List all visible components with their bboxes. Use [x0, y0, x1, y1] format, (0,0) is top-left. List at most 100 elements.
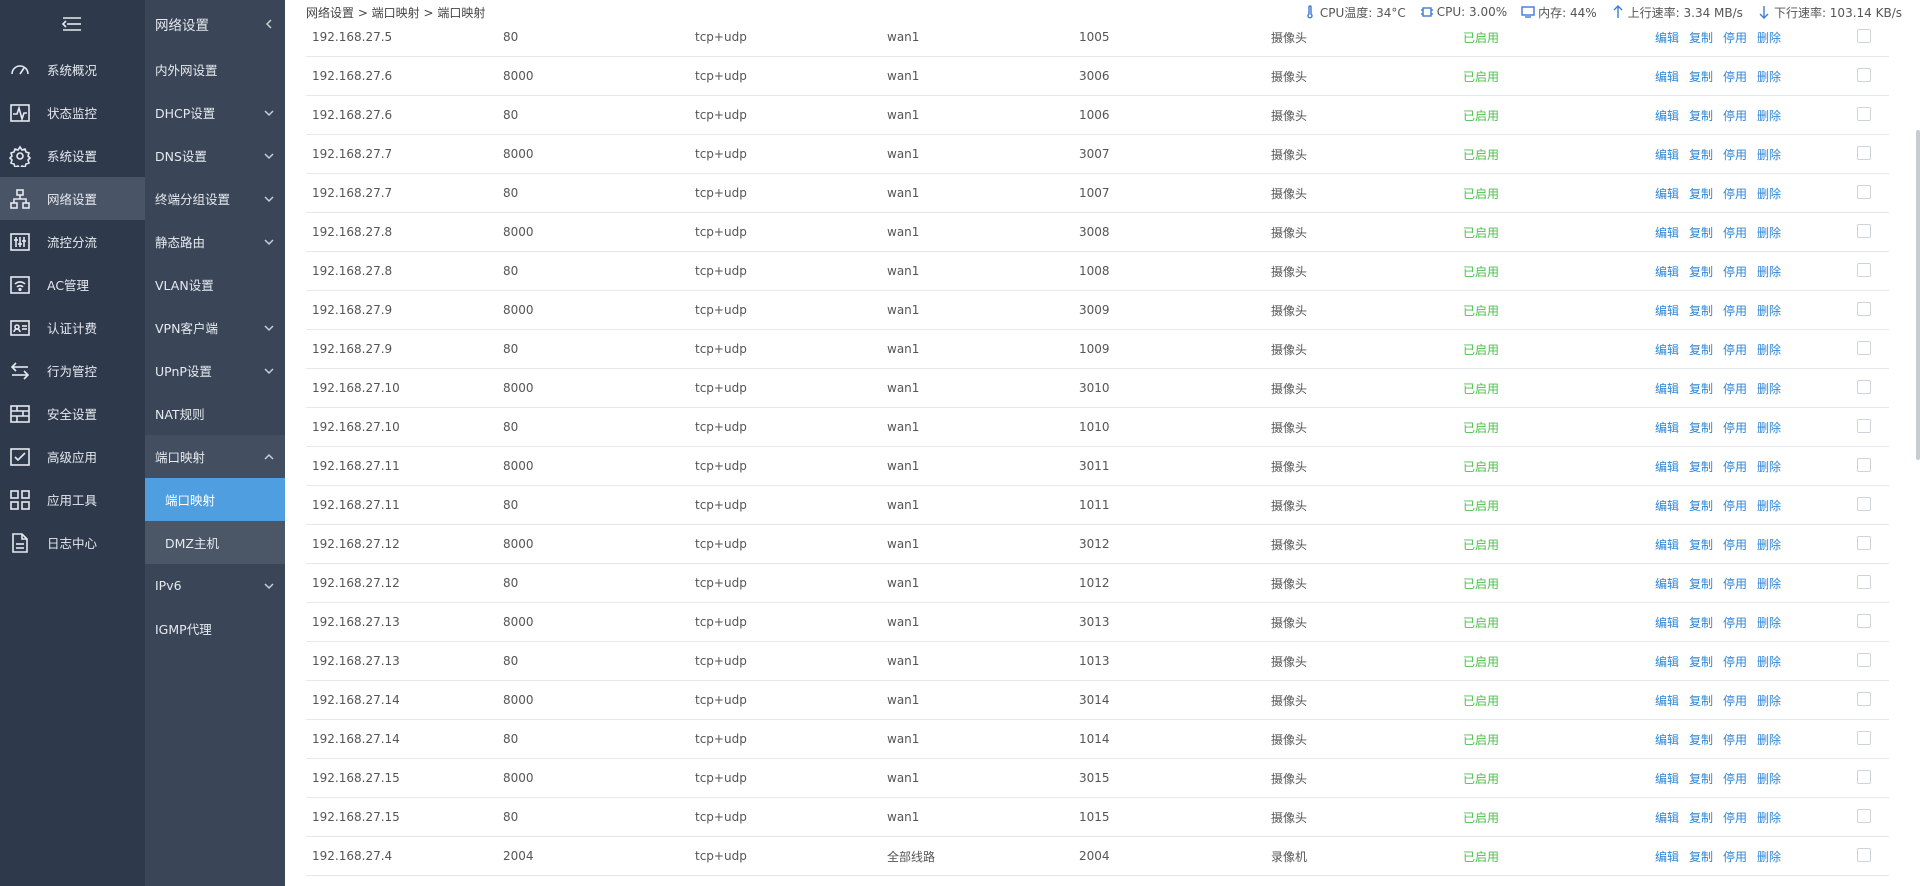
copy-link[interactable]: 复制 — [1689, 460, 1713, 474]
disable-link[interactable]: 停用 — [1723, 616, 1747, 630]
row-checkbox[interactable] — [1857, 106, 1871, 121]
copy-link[interactable]: 复制 — [1689, 733, 1713, 747]
copy-link[interactable]: 复制 — [1689, 304, 1713, 318]
submenu-item-11[interactable]: IGMP代理 — [145, 607, 285, 650]
delete-link[interactable]: 删除 — [1757, 187, 1781, 201]
copy-link[interactable]: 复制 — [1689, 772, 1713, 786]
disable-link[interactable]: 停用 — [1723, 772, 1747, 786]
submenu-item-1[interactable]: DHCP设置 — [145, 91, 285, 134]
edit-link[interactable]: 编辑 — [1655, 226, 1679, 240]
disable-link[interactable]: 停用 — [1723, 265, 1747, 279]
edit-link[interactable]: 编辑 — [1655, 148, 1679, 162]
sidebar-item-11[interactable]: 日志中心 — [0, 521, 145, 564]
row-checkbox[interactable] — [1857, 808, 1871, 823]
sidebar-item-4[interactable]: 流控分流 — [0, 220, 145, 263]
delete-link[interactable]: 删除 — [1757, 343, 1781, 357]
sidebar-item-10[interactable]: 应用工具 — [0, 478, 145, 521]
row-checkbox[interactable] — [1857, 496, 1871, 511]
delete-link[interactable]: 删除 — [1757, 499, 1781, 513]
disable-link[interactable]: 停用 — [1723, 421, 1747, 435]
submenu-item-6[interactable]: VPN客户端 — [145, 306, 285, 349]
row-checkbox[interactable] — [1857, 574, 1871, 589]
submenu-item-0[interactable]: 内外网设置 — [145, 48, 285, 91]
disable-link[interactable]: 停用 — [1723, 538, 1747, 552]
disable-link[interactable]: 停用 — [1723, 187, 1747, 201]
copy-link[interactable]: 复制 — [1689, 265, 1713, 279]
delete-link[interactable]: 删除 — [1757, 109, 1781, 123]
delete-link[interactable]: 删除 — [1757, 70, 1781, 84]
edit-link[interactable]: 编辑 — [1655, 460, 1679, 474]
edit-link[interactable]: 编辑 — [1655, 304, 1679, 318]
edit-link[interactable]: 编辑 — [1655, 733, 1679, 747]
row-checkbox[interactable] — [1857, 535, 1871, 550]
row-checkbox[interactable] — [1857, 847, 1871, 862]
copy-link[interactable]: 复制 — [1689, 226, 1713, 240]
submenu-item-10[interactable]: IPv6 — [145, 564, 285, 607]
delete-link[interactable]: 删除 — [1757, 577, 1781, 591]
sidebar-item-1[interactable]: 状态监控 — [0, 91, 145, 134]
edit-link[interactable]: 编辑 — [1655, 616, 1679, 630]
disable-link[interactable]: 停用 — [1723, 694, 1747, 708]
edit-link[interactable]: 编辑 — [1655, 187, 1679, 201]
edit-link[interactable]: 编辑 — [1655, 382, 1679, 396]
sidebar-item-7[interactable]: 行为管控 — [0, 349, 145, 392]
sidebar-item-2[interactable]: 系统设置 — [0, 134, 145, 177]
delete-link[interactable]: 删除 — [1757, 265, 1781, 279]
copy-link[interactable]: 复制 — [1689, 109, 1713, 123]
row-checkbox[interactable] — [1857, 769, 1871, 784]
disable-link[interactable]: 停用 — [1723, 343, 1747, 357]
edit-link[interactable]: 编辑 — [1655, 694, 1679, 708]
row-checkbox[interactable] — [1857, 652, 1871, 667]
submenu-child-0[interactable]: 端口映射 — [145, 478, 285, 521]
copy-link[interactable]: 复制 — [1689, 382, 1713, 396]
copy-link[interactable]: 复制 — [1689, 31, 1713, 45]
row-checkbox[interactable] — [1857, 613, 1871, 628]
vertical-scrollbar[interactable] — [1916, 130, 1920, 460]
copy-link[interactable]: 复制 — [1689, 343, 1713, 357]
edit-link[interactable]: 编辑 — [1655, 538, 1679, 552]
row-checkbox[interactable] — [1857, 262, 1871, 277]
submenu-item-8[interactable]: NAT规则 — [145, 392, 285, 435]
row-checkbox[interactable] — [1857, 379, 1871, 394]
delete-link[interactable]: 删除 — [1757, 538, 1781, 552]
edit-link[interactable]: 编辑 — [1655, 31, 1679, 45]
row-checkbox[interactable] — [1857, 301, 1871, 316]
copy-link[interactable]: 复制 — [1689, 187, 1713, 201]
disable-link[interactable]: 停用 — [1723, 226, 1747, 240]
copy-link[interactable]: 复制 — [1689, 811, 1713, 825]
edit-link[interactable]: 编辑 — [1655, 577, 1679, 591]
delete-link[interactable]: 删除 — [1757, 382, 1781, 396]
row-checkbox[interactable] — [1857, 691, 1871, 706]
delete-link[interactable]: 删除 — [1757, 421, 1781, 435]
edit-link[interactable]: 编辑 — [1655, 655, 1679, 669]
disable-link[interactable]: 停用 — [1723, 460, 1747, 474]
submenu-item-2[interactable]: DNS设置 — [145, 134, 285, 177]
delete-link[interactable]: 删除 — [1757, 460, 1781, 474]
collapse-submenu-icon[interactable] — [263, 18, 275, 30]
edit-link[interactable]: 编辑 — [1655, 499, 1679, 513]
delete-link[interactable]: 删除 — [1757, 31, 1781, 45]
row-checkbox[interactable] — [1857, 145, 1871, 160]
delete-link[interactable]: 删除 — [1757, 616, 1781, 630]
disable-link[interactable]: 停用 — [1723, 577, 1747, 591]
sidebar-item-9[interactable]: 高级应用 — [0, 435, 145, 478]
copy-link[interactable]: 复制 — [1689, 694, 1713, 708]
copy-link[interactable]: 复制 — [1689, 148, 1713, 162]
submenu-item-9[interactable]: 端口映射 — [145, 435, 285, 478]
edit-link[interactable]: 编辑 — [1655, 70, 1679, 84]
edit-link[interactable]: 编辑 — [1655, 850, 1679, 864]
delete-link[interactable]: 删除 — [1757, 772, 1781, 786]
delete-link[interactable]: 删除 — [1757, 694, 1781, 708]
delete-link[interactable]: 删除 — [1757, 304, 1781, 318]
disable-link[interactable]: 停用 — [1723, 499, 1747, 513]
sidebar-item-3[interactable]: 网络设置 — [0, 177, 145, 220]
submenu-item-7[interactable]: UPnP设置 — [145, 349, 285, 392]
menu-toggle-button[interactable] — [0, 0, 145, 48]
copy-link[interactable]: 复制 — [1689, 616, 1713, 630]
edit-link[interactable]: 编辑 — [1655, 772, 1679, 786]
copy-link[interactable]: 复制 — [1689, 70, 1713, 84]
delete-link[interactable]: 删除 — [1757, 811, 1781, 825]
delete-link[interactable]: 删除 — [1757, 148, 1781, 162]
disable-link[interactable]: 停用 — [1723, 31, 1747, 45]
row-checkbox[interactable] — [1857, 223, 1871, 238]
